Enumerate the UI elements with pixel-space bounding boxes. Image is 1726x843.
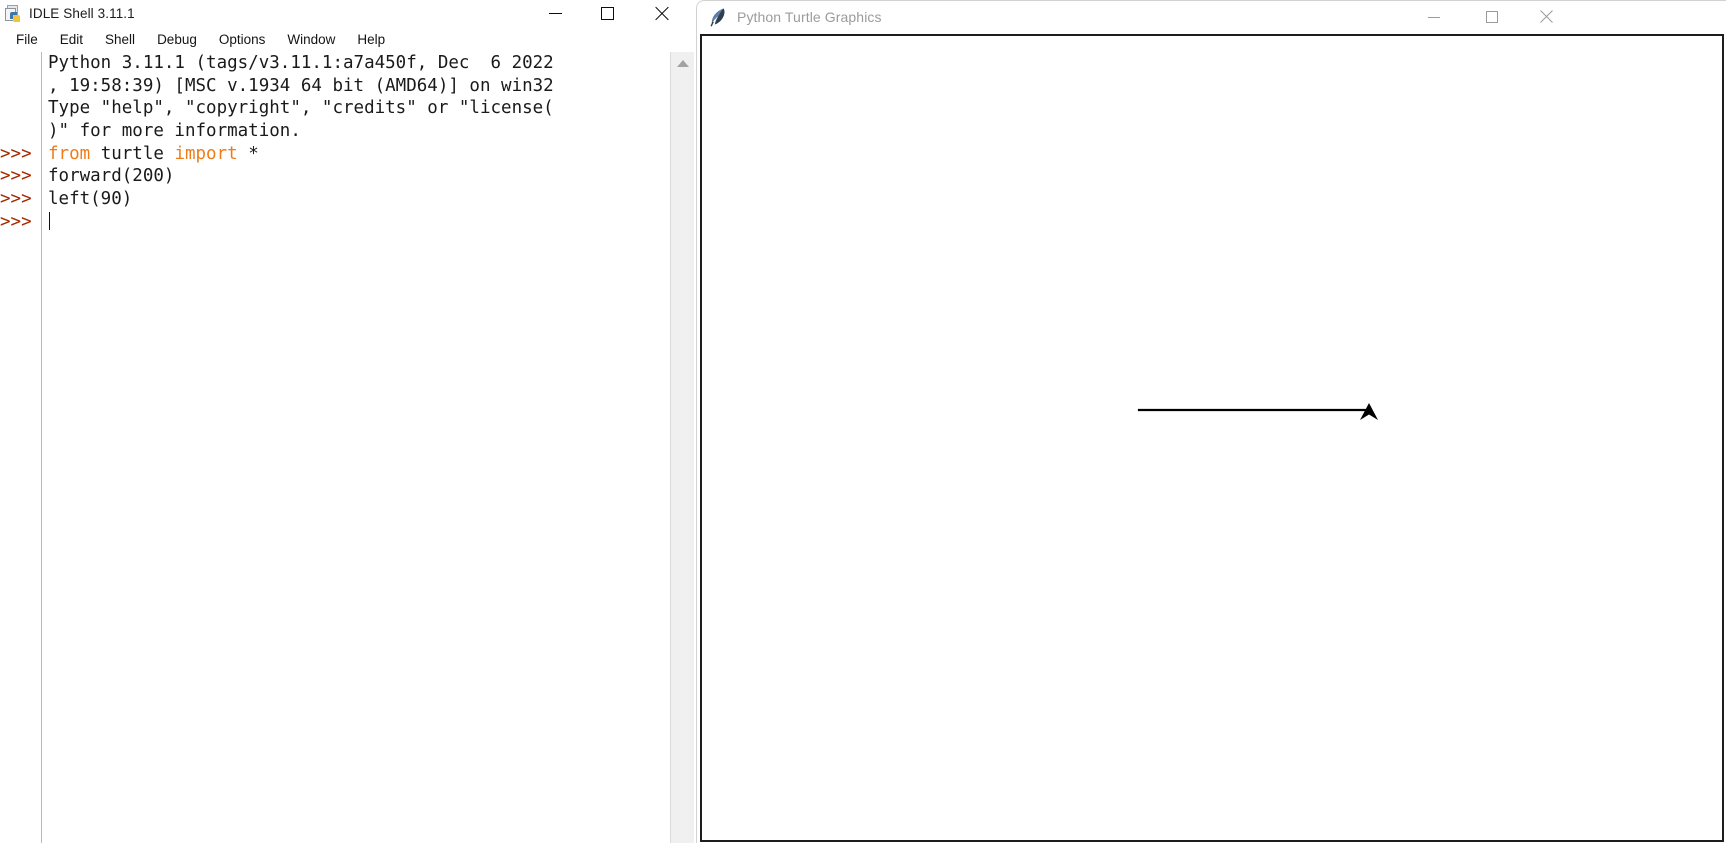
shell-line: >>>: [0, 210, 670, 234]
tk-feather-icon: [709, 7, 727, 27]
close-icon[interactable]: [638, 0, 684, 27]
shell-line-text: )" for more information.: [41, 120, 670, 143]
shell-line: >>> left(90): [0, 188, 670, 211]
screen: IDLE Shell 3.11.1 File Edit Shell Debug …: [0, 0, 1726, 843]
shell-output-area[interactable]: Python 3.11.1 (tags/v3.11.1:a7a450f, Dec…: [0, 52, 670, 843]
shell-line-text: forward(200): [41, 165, 670, 189]
menu-item-debug[interactable]: Debug: [146, 30, 208, 49]
python-keyword: from: [48, 143, 91, 164]
shell-line-text: Type "help", "copyright", "credits" or "…: [41, 97, 670, 121]
maximize-icon[interactable]: [1469, 1, 1515, 33]
turtle-drawing: [1137, 403, 1378, 421]
shell-line: )" for more information.: [0, 120, 670, 143]
menu-item-window[interactable]: Window: [276, 30, 346, 49]
shell-text: )" for more information.: [48, 121, 301, 142]
idle-titlebar[interactable]: IDLE Shell 3.11.1: [0, 0, 694, 27]
turtle-cursor-arrow: [1360, 403, 1378, 421]
turtle-canvas[interactable]: [702, 36, 1722, 840]
shell-line-text: from turtle import *: [41, 142, 670, 166]
turtle-titlebar[interactable]: Python Turtle Graphics: [697, 1, 1726, 33]
shell-text: Type "help", "copyright", "credits" or "…: [48, 98, 554, 119]
idle-menubar: File Edit Shell Debug Options Window Hel…: [0, 27, 694, 52]
turtle-canvas-frame: [700, 34, 1724, 842]
maximize-icon[interactable]: [584, 0, 630, 27]
menu-item-file[interactable]: File: [5, 30, 49, 49]
turtle-graphics-window: Python Turtle Graphics: [696, 0, 1726, 843]
turtle-window-title: Python Turtle Graphics: [737, 9, 882, 25]
idle-window-title: IDLE Shell 3.11.1: [29, 6, 135, 21]
shell-prompt: >>>: [0, 189, 32, 210]
close-icon[interactable]: [1523, 1, 1569, 33]
scroll-up-arrow-icon[interactable]: [671, 52, 694, 74]
minimize-icon[interactable]: [1411, 1, 1457, 33]
shell-prompt: >>>: [0, 143, 32, 164]
minimize-icon[interactable]: [532, 0, 578, 27]
shell-prompt: >>>: [0, 166, 32, 187]
shell-text: Python 3.11.1 (tags/v3.11.1:a7a450f, Dec…: [48, 53, 554, 73]
text-caret: [49, 211, 50, 230]
menu-item-options[interactable]: Options: [208, 30, 277, 49]
shell-line: >>> from turtle import *: [0, 142, 670, 166]
shell-vertical-scrollbar[interactable]: [670, 52, 694, 843]
shell-line-text: left(90): [41, 188, 670, 211]
idle-body: Python 3.11.1 (tags/v3.11.1:a7a450f, Dec…: [0, 52, 694, 843]
menu-item-help[interactable]: Help: [346, 30, 396, 49]
python-idle-icon: [5, 5, 22, 22]
shell-line-text: , 19:58:39) [MSC v.1934 64 bit (AMD64)] …: [41, 74, 670, 98]
menu-item-edit[interactable]: Edit: [49, 30, 94, 49]
shell-text: left(90): [48, 189, 133, 210]
shell-line: Type "help", "copyright", "credits" or "…: [0, 97, 670, 121]
shell-text: forward(200): [48, 166, 175, 187]
idle-shell-window: IDLE Shell 3.11.1 File Edit Shell Debug …: [0, 0, 694, 843]
shell-text: turtle: [90, 143, 175, 164]
shell-text: *: [237, 143, 259, 164]
shell-line-text: [41, 210, 670, 234]
shell-line: , 19:58:39) [MSC v.1934 64 bit (AMD64)] …: [0, 74, 670, 98]
shell-line: Python 3.11.1 (tags/v3.11.1:a7a450f, Dec…: [0, 52, 670, 75]
menu-item-shell[interactable]: Shell: [94, 30, 146, 49]
shell-text: , 19:58:39) [MSC v.1934 64 bit (AMD64)] …: [48, 75, 554, 96]
shell-line-text: Python 3.11.1 (tags/v3.11.1:a7a450f, Dec…: [41, 52, 670, 75]
shell-line-list: Python 3.11.1 (tags/v3.11.1:a7a450f, Dec…: [0, 52, 670, 234]
python-keyword: import: [174, 143, 238, 164]
shell-line: >>> forward(200): [0, 165, 670, 189]
shell-prompt: >>>: [0, 211, 32, 232]
